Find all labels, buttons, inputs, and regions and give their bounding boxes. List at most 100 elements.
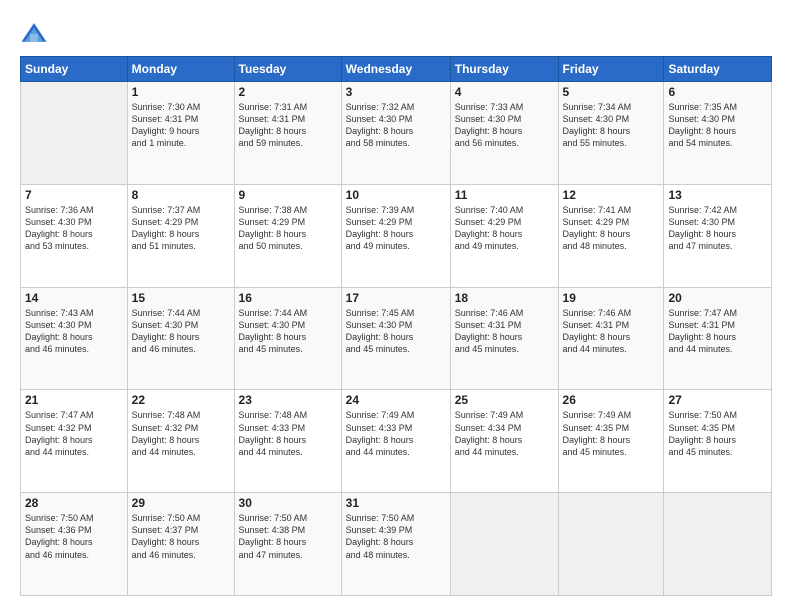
week-row-1: 1 Sunrise: 7:30 AMSunset: 4:31 PMDaylight… <box>21 82 772 185</box>
day-number: 22 <box>132 393 230 407</box>
day-number: 2 <box>239 85 337 99</box>
header-monday: Monday <box>127 57 234 82</box>
day-number: 6 <box>668 85 767 99</box>
day-number: 12 <box>563 188 660 202</box>
day-number: 13 <box>668 188 767 202</box>
day-number: 4 <box>455 85 554 99</box>
day-cell: 5 Sunrise: 7:34 AMSunset: 4:30 PMDaylight… <box>558 82 664 185</box>
day-detail: Sunrise: 7:32 AMSunset: 4:30 PMDaylight:… <box>346 101 446 150</box>
day-detail: Sunrise: 7:36 AMSunset: 4:30 PMDaylight:… <box>25 204 123 253</box>
day-number: 3 <box>346 85 446 99</box>
day-cell: 24 Sunrise: 7:49 AMSunset: 4:33 PMDayligh… <box>341 390 450 493</box>
day-cell: 14 Sunrise: 7:43 AMSunset: 4:30 PMDayligh… <box>21 287 128 390</box>
day-detail: Sunrise: 7:49 AMSunset: 4:34 PMDaylight:… <box>455 409 554 458</box>
day-cell <box>558 493 664 596</box>
day-cell: 1 Sunrise: 7:30 AMSunset: 4:31 PMDaylight… <box>127 82 234 185</box>
day-detail: Sunrise: 7:44 AMSunset: 4:30 PMDaylight:… <box>239 307 337 356</box>
day-cell: 7 Sunrise: 7:36 AMSunset: 4:30 PMDaylight… <box>21 184 128 287</box>
day-cell: 30 Sunrise: 7:50 AMSunset: 4:38 PMDayligh… <box>234 493 341 596</box>
day-cell: 31 Sunrise: 7:50 AMSunset: 4:39 PMDayligh… <box>341 493 450 596</box>
day-cell: 19 Sunrise: 7:46 AMSunset: 4:31 PMDayligh… <box>558 287 664 390</box>
day-number: 27 <box>668 393 767 407</box>
day-cell: 26 Sunrise: 7:49 AMSunset: 4:35 PMDayligh… <box>558 390 664 493</box>
day-detail: Sunrise: 7:50 AMSunset: 4:35 PMDaylight:… <box>668 409 767 458</box>
day-number: 9 <box>239 188 337 202</box>
day-cell: 23 Sunrise: 7:48 AMSunset: 4:33 PMDayligh… <box>234 390 341 493</box>
day-detail: Sunrise: 7:47 AMSunset: 4:31 PMDaylight:… <box>668 307 767 356</box>
header-wednesday: Wednesday <box>341 57 450 82</box>
day-cell: 9 Sunrise: 7:38 AMSunset: 4:29 PMDaylight… <box>234 184 341 287</box>
day-cell: 20Sunrise: 7:47 AMSunset: 4:31 PMDayligh… <box>664 287 772 390</box>
day-detail: Sunrise: 7:45 AMSunset: 4:30 PMDaylight:… <box>346 307 446 356</box>
day-detail: Sunrise: 7:50 AMSunset: 4:39 PMDaylight:… <box>346 512 446 561</box>
day-number: 23 <box>239 393 337 407</box>
day-number: 10 <box>346 188 446 202</box>
week-row-4: 21Sunrise: 7:47 AMSunset: 4:32 PMDayligh… <box>21 390 772 493</box>
day-detail: Sunrise: 7:41 AMSunset: 4:29 PMDaylight:… <box>563 204 660 253</box>
day-number: 15 <box>132 291 230 305</box>
day-cell: 10 Sunrise: 7:39 AMSunset: 4:29 PMDayligh… <box>341 184 450 287</box>
day-number: 7 <box>25 188 123 202</box>
day-cell: 4 Sunrise: 7:33 AMSunset: 4:30 PMDaylight… <box>450 82 558 185</box>
day-number: 5 <box>563 85 660 99</box>
day-cell: 13 Sunrise: 7:42 AMSunset: 4:30 PMDayligh… <box>664 184 772 287</box>
day-cell <box>450 493 558 596</box>
day-detail: Sunrise: 7:37 AMSunset: 4:29 PMDaylight:… <box>132 204 230 253</box>
day-cell: 6Sunrise: 7:35 AMSunset: 4:30 PMDaylight… <box>664 82 772 185</box>
week-row-5: 28Sunrise: 7:50 AMSunset: 4:36 PMDayligh… <box>21 493 772 596</box>
day-detail: Sunrise: 7:49 AMSunset: 4:33 PMDaylight:… <box>346 409 446 458</box>
week-row-3: 14 Sunrise: 7:43 AMSunset: 4:30 PMDayligh… <box>21 287 772 390</box>
day-cell: 27 Sunrise: 7:50 AMSunset: 4:35 PMDayligh… <box>664 390 772 493</box>
day-detail: Sunrise: 7:30 AMSunset: 4:31 PMDaylight:… <box>132 101 230 150</box>
day-number: 30 <box>239 496 337 510</box>
day-number: 1 <box>132 85 230 99</box>
day-cell: 15 Sunrise: 7:44 AMSunset: 4:30 PMDayligh… <box>127 287 234 390</box>
day-cell: 25Sunrise: 7:49 AMSunset: 4:34 PMDayligh… <box>450 390 558 493</box>
day-detail: Sunrise: 7:50 AMSunset: 4:38 PMDaylight:… <box>239 512 337 561</box>
week-row-2: 7 Sunrise: 7:36 AMSunset: 4:30 PMDaylight… <box>21 184 772 287</box>
day-detail: Sunrise: 7:48 AMSunset: 4:33 PMDaylight:… <box>239 409 337 458</box>
day-cell: 29 Sunrise: 7:50 AMSunset: 4:37 PMDayligh… <box>127 493 234 596</box>
day-number: 31 <box>346 496 446 510</box>
header-saturday: Saturday <box>664 57 772 82</box>
day-cell: 11 Sunrise: 7:40 AMSunset: 4:29 PMDayligh… <box>450 184 558 287</box>
day-number: 16 <box>239 291 337 305</box>
header-friday: Friday <box>558 57 664 82</box>
day-cell <box>21 82 128 185</box>
header-thursday: Thursday <box>450 57 558 82</box>
day-number: 24 <box>346 393 446 407</box>
day-number: 14 <box>25 291 123 305</box>
day-cell: 22 Sunrise: 7:48 AMSunset: 4:32 PMDayligh… <box>127 390 234 493</box>
day-cell: 16 Sunrise: 7:44 AMSunset: 4:30 PMDayligh… <box>234 287 341 390</box>
day-cell: 12 Sunrise: 7:41 AMSunset: 4:29 PMDayligh… <box>558 184 664 287</box>
day-detail: Sunrise: 7:50 AMSunset: 4:37 PMDaylight:… <box>132 512 230 561</box>
day-cell: 17Sunrise: 7:45 AMSunset: 4:30 PMDayligh… <box>341 287 450 390</box>
day-cell: 8Sunrise: 7:37 AMSunset: 4:29 PMDaylight… <box>127 184 234 287</box>
day-detail: Sunrise: 7:43 AMSunset: 4:30 PMDaylight:… <box>25 307 123 356</box>
day-detail: Sunrise: 7:40 AMSunset: 4:29 PMDaylight:… <box>455 204 554 253</box>
day-detail: Sunrise: 7:48 AMSunset: 4:32 PMDaylight:… <box>132 409 230 458</box>
calendar-table: SundayMondayTuesdayWednesdayThursdayFrid… <box>20 56 772 596</box>
logo-icon <box>20 20 48 48</box>
day-detail: Sunrise: 7:44 AMSunset: 4:30 PMDaylight:… <box>132 307 230 356</box>
day-detail: Sunrise: 7:46 AMSunset: 4:31 PMDaylight:… <box>563 307 660 356</box>
day-cell: 3 Sunrise: 7:32 AMSunset: 4:30 PMDaylight… <box>341 82 450 185</box>
day-cell: 18Sunrise: 7:46 AMSunset: 4:31 PMDayligh… <box>450 287 558 390</box>
day-number: 26 <box>563 393 660 407</box>
day-cell <box>664 493 772 596</box>
day-detail: Sunrise: 7:39 AMSunset: 4:29 PMDaylight:… <box>346 204 446 253</box>
day-detail: Sunrise: 7:33 AMSunset: 4:30 PMDaylight:… <box>455 101 554 150</box>
logo <box>20 20 50 48</box>
day-number: 19 <box>563 291 660 305</box>
day-number: 11 <box>455 188 554 202</box>
day-number: 29 <box>132 496 230 510</box>
day-detail: Sunrise: 7:46 AMSunset: 4:31 PMDaylight:… <box>455 307 554 356</box>
day-detail: Sunrise: 7:49 AMSunset: 4:35 PMDaylight:… <box>563 409 660 458</box>
day-detail: Sunrise: 7:42 AMSunset: 4:30 PMDaylight:… <box>668 204 767 253</box>
page: SundayMondayTuesdayWednesdayThursdayFrid… <box>0 0 792 612</box>
day-detail: Sunrise: 7:34 AMSunset: 4:30 PMDaylight:… <box>563 101 660 150</box>
header-sunday: Sunday <box>21 57 128 82</box>
day-detail: Sunrise: 7:38 AMSunset: 4:29 PMDaylight:… <box>239 204 337 253</box>
header-tuesday: Tuesday <box>234 57 341 82</box>
day-cell: 21Sunrise: 7:47 AMSunset: 4:32 PMDayligh… <box>21 390 128 493</box>
